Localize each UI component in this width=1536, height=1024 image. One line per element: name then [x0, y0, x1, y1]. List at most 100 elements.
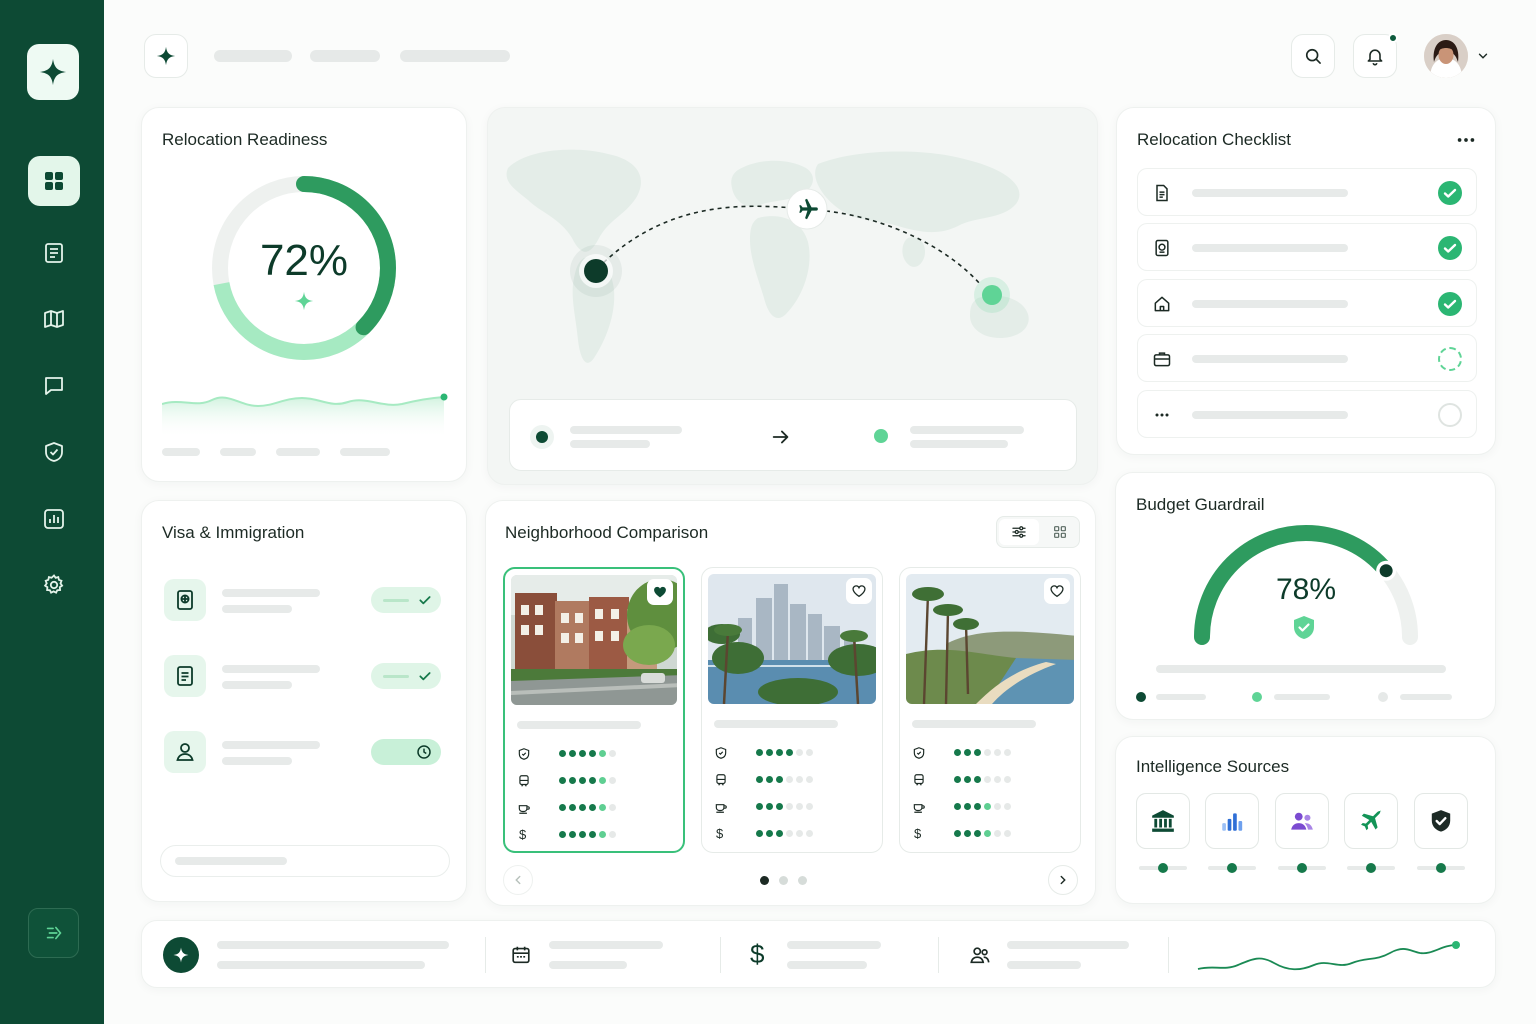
route-summary[interactable]	[509, 399, 1077, 471]
lifestyle-metric	[714, 800, 864, 814]
favorite-button[interactable]	[846, 578, 872, 604]
carousel-next-button[interactable]	[1048, 865, 1078, 895]
visa-note-field[interactable]	[160, 845, 450, 877]
nav-dashboard[interactable]	[28, 156, 80, 206]
neighborhood-option[interactable]: $	[701, 567, 883, 853]
favorite-button[interactable]	[647, 579, 673, 605]
score-dot	[954, 749, 961, 756]
readiness-percent: 72%	[259, 236, 349, 285]
nav-documents[interactable]	[28, 228, 80, 278]
destination-placeholder	[910, 426, 1024, 434]
check-icon	[419, 596, 431, 605]
checklist-item[interactable]	[1137, 334, 1477, 382]
neighborhood-option[interactable]: $	[899, 567, 1081, 853]
source-bank[interactable]	[1136, 793, 1190, 849]
checklist-item[interactable]	[1137, 390, 1477, 438]
budget-placeholder	[787, 941, 881, 949]
notification-dot	[1388, 33, 1398, 43]
item-placeholder	[1192, 355, 1348, 363]
nav-security[interactable]	[28, 427, 80, 477]
item-placeholder	[222, 589, 320, 597]
legend-placeholder	[276, 448, 320, 456]
divider	[720, 937, 721, 973]
more-horizontal-icon[interactable]	[1455, 132, 1477, 148]
nav-map[interactable]	[28, 294, 80, 344]
nav-reports[interactable]	[28, 494, 80, 544]
score-dot	[974, 776, 981, 783]
budget-guardrail-card: Budget Guardrail 78%	[1115, 472, 1496, 720]
score-dot	[974, 803, 981, 810]
item-placeholder	[1192, 244, 1348, 252]
visa-item[interactable]	[158, 643, 448, 707]
summary-bar: $	[141, 920, 1496, 988]
score-dot	[579, 804, 586, 811]
divider	[1168, 937, 1169, 973]
score-dot	[599, 804, 606, 811]
filter-view-button[interactable]	[999, 519, 1039, 545]
grid-icon	[1054, 526, 1066, 538]
score-dot	[589, 777, 596, 784]
safety-metric	[517, 747, 667, 761]
source-community[interactable]	[1275, 793, 1329, 849]
coffee-icon	[518, 805, 530, 814]
collapse-sidebar-button[interactable]	[28, 908, 79, 958]
card-title: Intelligence Sources	[1136, 757, 1290, 776]
visa-item[interactable]	[158, 567, 448, 631]
ai-assistant-button[interactable]	[144, 34, 188, 78]
pagination-dot[interactable]	[760, 876, 769, 885]
document-icon	[1156, 184, 1168, 202]
source-security[interactable]	[1414, 793, 1468, 849]
checklist-item[interactable]	[1137, 279, 1477, 327]
passport-icon	[177, 590, 193, 610]
avatar[interactable]	[1424, 34, 1468, 78]
neighborhood-option[interactable]: $	[503, 567, 685, 853]
home-icon	[1154, 296, 1170, 312]
pagination-dot[interactable]	[798, 876, 807, 885]
user-icon	[176, 743, 194, 761]
pagination-dot[interactable]	[779, 876, 788, 885]
heart-outline-icon	[852, 585, 866, 598]
nav-messages[interactable]	[28, 361, 80, 411]
grid-view-button[interactable]	[1041, 519, 1079, 545]
ai-insights-button[interactable]	[163, 937, 199, 973]
heart-filled-icon	[654, 586, 666, 598]
score-dot	[609, 777, 616, 784]
divider	[485, 937, 486, 973]
sliders-icon	[1012, 526, 1026, 538]
checklist-item[interactable]	[1137, 168, 1477, 216]
score-dot	[609, 831, 616, 838]
source-market-data[interactable]	[1205, 793, 1259, 849]
notifications-button[interactable]	[1353, 33, 1398, 78]
budget-bar-placeholder	[1156, 665, 1446, 673]
bar-chart-icon	[1222, 813, 1243, 831]
dollar-icon: $	[914, 826, 922, 841]
score-dot	[796, 803, 803, 810]
score-dot	[806, 830, 813, 837]
done-check	[1438, 181, 1462, 205]
search-button[interactable]	[1291, 34, 1335, 78]
chevron-down-icon[interactable]	[1476, 49, 1490, 63]
visa-item-icon	[164, 655, 206, 697]
dollar-icon: $	[750, 939, 765, 969]
score-dot	[786, 830, 793, 837]
sidebar-toggle-icon	[46, 926, 61, 940]
legend-dot	[1378, 692, 1388, 702]
app-logo[interactable]	[27, 44, 79, 100]
summary-trend-line	[1197, 941, 1460, 971]
visa-item[interactable]	[158, 719, 448, 783]
nav-settings[interactable]	[28, 560, 80, 610]
source-status-indicator	[1139, 863, 1187, 873]
score-dot	[984, 830, 991, 837]
score-dot	[806, 776, 813, 783]
coffee-icon	[913, 804, 925, 813]
score-dot	[1004, 830, 1011, 837]
source-travel[interactable]	[1344, 793, 1398, 849]
legend-placeholder	[340, 448, 390, 456]
favorite-button[interactable]	[1044, 578, 1070, 604]
checklist-item[interactable]	[1137, 223, 1477, 271]
clock-icon	[417, 745, 431, 759]
card-title: Visa & Immigration	[162, 523, 305, 542]
card-title: Neighborhood Comparison	[505, 523, 709, 542]
carousel-prev-button[interactable]	[503, 865, 533, 895]
origin-dot	[536, 431, 548, 443]
